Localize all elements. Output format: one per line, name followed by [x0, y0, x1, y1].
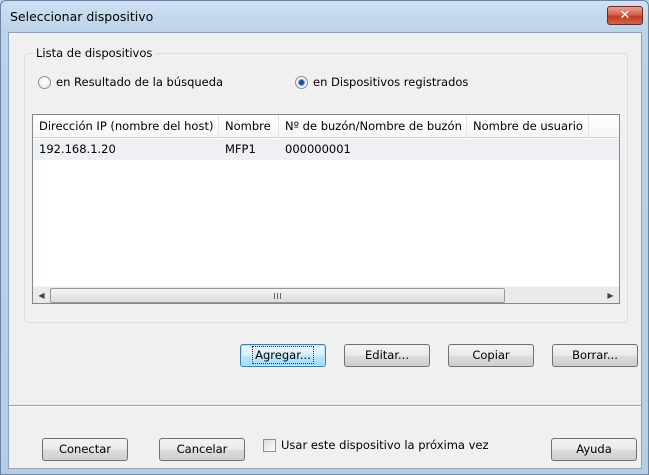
grip-icon: [274, 292, 281, 299]
help-button[interactable]: Ayuda: [551, 438, 637, 461]
column-ip-address[interactable]: Dirección IP (nombre del host): [33, 115, 219, 138]
column-user-name[interactable]: Nombre de usuario: [467, 115, 589, 138]
cell-user-name: [467, 139, 589, 160]
radio-search-results[interactable]: en Resultado de la búsqueda: [38, 75, 223, 89]
use-next-time-checkbox-box[interactable]: [263, 438, 276, 452]
cell-name: MFP1: [225, 142, 256, 156]
radio-registered-devices-indicator[interactable]: [295, 75, 308, 89]
scrollbar-thumb[interactable]: [50, 288, 505, 303]
edit-button[interactable]: Editar...: [344, 344, 430, 367]
add-button[interactable]: Agregar...: [240, 344, 326, 367]
copy-button[interactable]: Copiar: [448, 344, 534, 367]
table-row[interactable]: 192.168.1.20 MFP1 000000001: [33, 139, 619, 160]
close-button[interactable]: ✕: [607, 6, 643, 25]
radio-registered-devices[interactable]: en Dispositivos registrados: [295, 75, 468, 89]
radio-search-results-label: en Resultado de la búsqueda: [56, 75, 224, 89]
scroll-left-icon[interactable]: ◀: [33, 287, 50, 303]
use-next-time-label: Usar este dispositivo la próxima vez: [281, 438, 489, 452]
horizontal-scrollbar[interactable]: ◀ ▶: [33, 286, 619, 303]
column-mailbox[interactable]: Nº de buzón/Nombre de buzón: [279, 115, 467, 138]
column-name[interactable]: Nombre: [219, 115, 279, 138]
delete-button[interactable]: Borrar...: [552, 344, 638, 367]
title-bar[interactable]: Seleccionar dispositivo ✕: [1, 1, 648, 33]
connect-button[interactable]: Conectar: [42, 438, 128, 461]
dialog-body: Lista de dispositivos en Resultado de la…: [8, 32, 642, 469]
radio-search-results-indicator[interactable]: [38, 75, 51, 89]
add-button-label: Agregar...: [252, 346, 314, 364]
window-title: Seleccionar dispositivo: [10, 9, 154, 24]
device-list-legend: Lista de dispositivos: [33, 46, 156, 60]
use-next-time-checkbox[interactable]: Usar este dispositivo la próxima vez: [263, 438, 489, 452]
cancel-button[interactable]: Cancelar: [159, 438, 245, 461]
device-list[interactable]: Dirección IP (nombre del host) Nombre Nº…: [32, 114, 620, 304]
scroll-right-icon[interactable]: ▶: [602, 287, 619, 303]
footer-separator: [9, 405, 641, 407]
cell-ip-address: 192.168.1.20: [39, 142, 116, 156]
close-icon: ✕: [619, 8, 631, 23]
device-list-header: Dirección IP (nombre del host) Nombre Nº…: [33, 115, 619, 138]
cell-mailbox: 000000001: [285, 142, 351, 156]
radio-registered-devices-label: en Dispositivos registrados: [313, 75, 469, 89]
select-device-dialog: Seleccionar dispositivo ✕ Lista de dispo…: [0, 0, 649, 475]
